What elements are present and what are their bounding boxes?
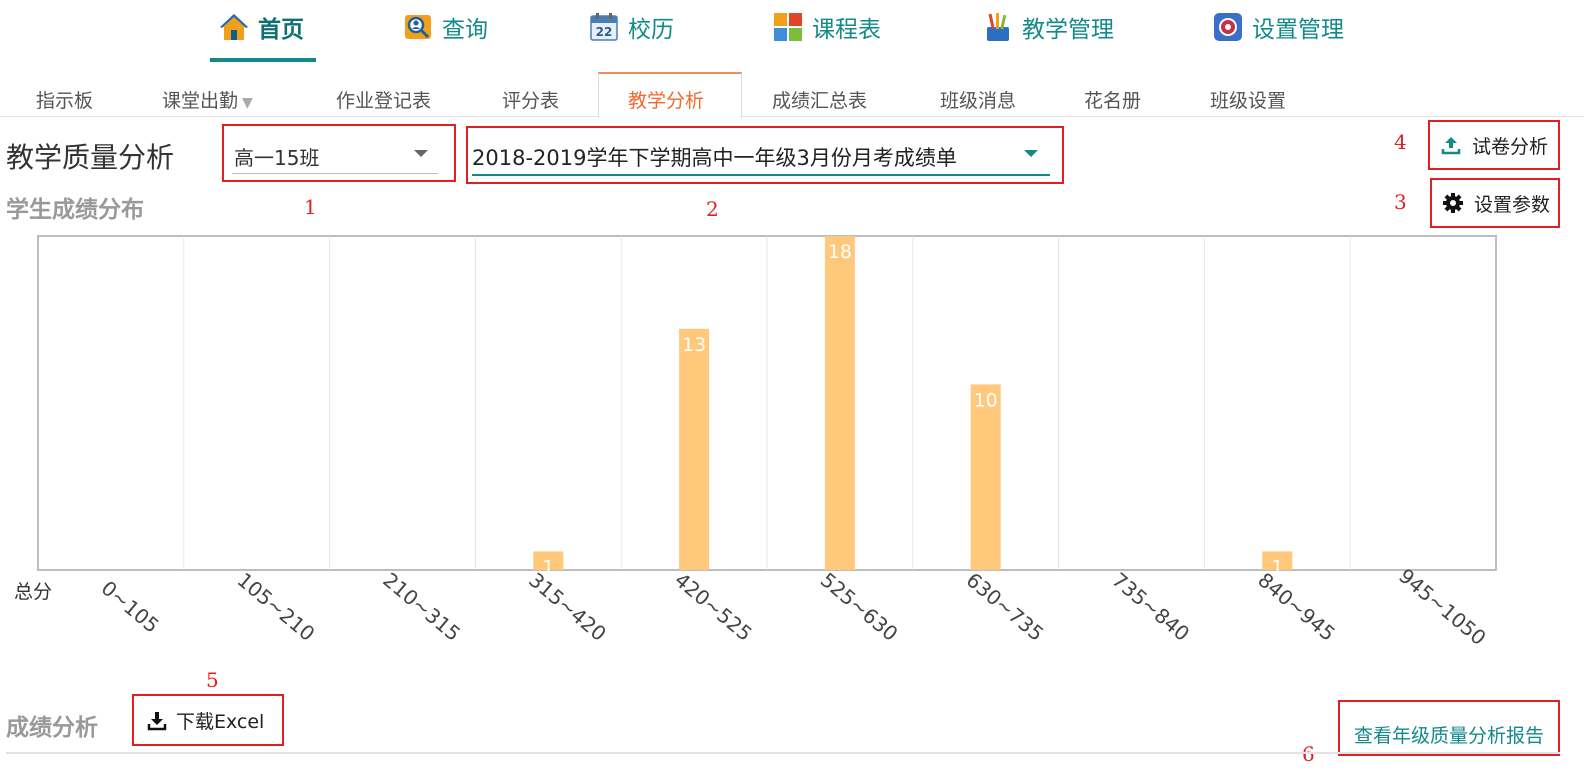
tab-homework[interactable]: 作业登记表: [336, 86, 431, 113]
view-grade-report-link[interactable]: 查看年级质量分析报告: [1338, 700, 1560, 756]
annotation-1: 1: [304, 195, 317, 219]
nav-query[interactable]: 查询: [402, 8, 488, 46]
page-title: 教学质量分析: [6, 141, 175, 174]
score-distribution-title: 学生成绩分布: [6, 197, 144, 223]
class-select-value: 高一15班: [234, 146, 320, 170]
exam-select-underline: [472, 174, 1050, 176]
x-tick-label: 630~735: [962, 568, 1049, 646]
nav-calendar[interactable]: 22 校历: [588, 8, 674, 46]
tab-class-messages[interactable]: 班级消息: [940, 86, 1016, 113]
class-select-underline: [232, 173, 438, 174]
x-tick-label: 735~840: [1107, 568, 1194, 646]
x-tick-label: 105~210: [233, 568, 320, 646]
score-distribution-chart: 11318101 0~105 105~210 210~315 315~420 420~5…: [14, 235, 1497, 650]
annotation-3: 3: [1394, 190, 1407, 214]
annotation-6: 6: [1302, 742, 1315, 766]
search-person-icon: [405, 15, 431, 39]
view-grade-report-label: 查看年级质量分析报告: [1353, 725, 1544, 747]
timetable-icon: [774, 13, 802, 41]
x-tick-label: 525~630: [816, 568, 903, 646]
set-params-label: 设置参数: [1474, 193, 1551, 216]
top-nav: 首页 查询 22 校历 课程表 教学管理 设置管理: [0, 0, 1584, 64]
bar-value-label: 13: [682, 334, 706, 356]
exam-select-value: 2018-2019学年下学期高中一年级3月份月考成绩单: [472, 146, 957, 170]
tab-teaching-analysis[interactable]: 教学分析: [628, 86, 704, 113]
exam-select[interactable]: 2018-2019学年下学期高中一年级3月份月考成绩单: [466, 126, 1064, 184]
chart-bar[interactable]: [679, 328, 710, 570]
nav-settings-label: 设置管理: [1252, 17, 1344, 43]
x-axis-label: 总分: [14, 581, 52, 603]
calendar-day: 22: [596, 25, 613, 39]
annotation-2: 2: [706, 197, 719, 221]
calendar-icon: 22: [590, 13, 618, 41]
gear-icon: [1443, 193, 1463, 213]
nav-active-indicator: [210, 58, 316, 62]
tab-score-summary[interactable]: 成绩汇总表: [772, 86, 867, 113]
annotation-4: 4: [1394, 130, 1407, 154]
nav-timetable[interactable]: 课程表: [772, 8, 881, 46]
section-divider: [6, 752, 1560, 754]
class-select[interactable]: 高一15班: [222, 124, 456, 182]
tab-attendance[interactable]: 课堂出勤 ▼: [162, 86, 253, 113]
score-analysis-title: 成绩分析: [6, 715, 98, 741]
tab-class-settings[interactable]: 班级设置: [1210, 86, 1286, 113]
x-tick-label: 945~1050: [1394, 564, 1491, 650]
download-icon: [147, 712, 167, 731]
pencil-cup-icon: [987, 13, 1009, 41]
tab-attendance-label: 课堂出勤: [162, 90, 239, 112]
x-tick-label: 420~525: [670, 568, 757, 646]
nav-calendar-label: 校历: [628, 17, 674, 43]
tab-roster[interactable]: 花名册: [1084, 86, 1141, 113]
nav-teaching[interactable]: 教学管理: [982, 8, 1114, 46]
nav-query-label: 查询: [442, 17, 488, 43]
nav-home-label: 首页: [258, 17, 304, 43]
dropdown-arrow-icon: [414, 150, 428, 157]
gear-icon: [1214, 13, 1242, 41]
nav-timetable-label: 课程表: [812, 17, 881, 43]
x-tick-label: 840~945: [1253, 568, 1340, 646]
bar-value-label: 18: [828, 241, 852, 263]
house-icon: [220, 14, 248, 40]
dropdown-arrow-icon: [1024, 150, 1038, 157]
x-tick-label: 315~420: [524, 568, 611, 646]
paper-analysis-button[interactable]: 试卷分析: [1428, 120, 1560, 170]
chart-grid: [37, 235, 1497, 571]
chart-bar[interactable]: [970, 384, 1001, 570]
upload-icon: [1441, 137, 1461, 155]
download-excel-button[interactable]: 下载Excel: [132, 694, 284, 746]
nav-home[interactable]: 首页: [218, 8, 304, 46]
download-excel-label: 下载Excel: [176, 710, 265, 733]
nav-teaching-label: 教学管理: [1022, 17, 1114, 43]
tab-dashboard[interactable]: 指示板: [36, 86, 93, 113]
chart-bar[interactable]: [824, 236, 855, 570]
caret-down-icon: ▼: [242, 95, 253, 111]
x-tick-label: 210~315: [378, 568, 465, 646]
sub-tabs: 指示板 课堂出勤 ▼ 作业登记表 评分表 教学分析 成绩汇总表 班级消息 花名册 …: [0, 72, 1584, 118]
tab-grading[interactable]: 评分表: [502, 86, 559, 113]
bar-value-label: 10: [974, 389, 998, 411]
nav-settings[interactable]: 设置管理: [1212, 8, 1344, 46]
paper-analysis-label: 试卷分析: [1472, 135, 1549, 158]
x-tick-label: 0~105: [97, 576, 164, 638]
